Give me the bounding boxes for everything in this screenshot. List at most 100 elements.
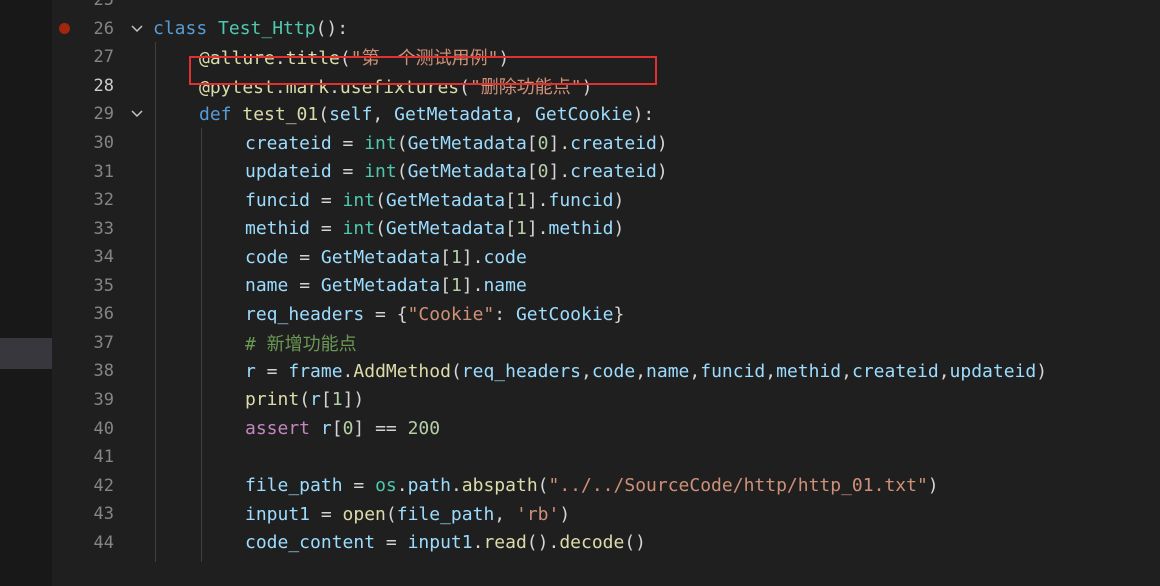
code-token: frame (288, 360, 343, 382)
code-token: "../../SourceCode/http/http_01.txt" (548, 475, 928, 497)
fold-chevron-icon[interactable] (128, 100, 146, 128)
code-token: r (310, 389, 321, 411)
code-token: file_path (396, 503, 495, 525)
code-token: 1 (331, 389, 343, 411)
code-token: code (483, 246, 527, 268)
code-token: [ (331, 418, 343, 440)
code-token: updateid (245, 161, 332, 183)
code-line[interactable]: 34 code = GetMetadata[1].code (0, 243, 1160, 272)
code-token: methid (245, 218, 311, 240)
code-token: ]. (526, 189, 549, 211)
code-line[interactable]: 32 funcid = int(GetMetadata[1].funcid) (0, 186, 1160, 215)
breakpoint-icon[interactable] (58, 22, 72, 36)
code-token: ) (656, 132, 668, 154)
code-token: input1 (245, 503, 311, 525)
code-token: 1 (515, 189, 527, 211)
line-number: 29 (93, 104, 114, 125)
code-line[interactable]: 36 req_headers = {"Cookie": GetCookie} (0, 300, 1160, 329)
code-token: createid (245, 132, 332, 154)
code-token: GetMetadata (320, 246, 441, 268)
line-number: 42 (93, 475, 114, 496)
code-token: = (331, 161, 365, 183)
code-token: = (310, 189, 343, 211)
code-line[interactable]: 29 def test_01(self, GetMetadata, GetCook… (0, 100, 1160, 129)
code-token: ]. (461, 275, 484, 297)
code-line[interactable]: 42 file_path = os.path.abspath("../../Sou… (0, 471, 1160, 500)
line-number: 27 (93, 47, 114, 68)
code-token: input1 (407, 532, 473, 554)
code-token: ]. (526, 218, 549, 240)
breakpoint-dot (59, 22, 70, 34)
code-token: r (320, 418, 332, 440)
code-line[interactable]: 39 print(r[1]) (0, 386, 1160, 415)
code-token: ): (632, 103, 655, 125)
code-token: [ (440, 275, 451, 297)
code-token: 1 (450, 246, 462, 268)
line-number: 25 (93, 0, 114, 11)
code-editor[interactable]: 25 26 class Test_Http(): 27 @allure.title("第… (0, 0, 1160, 586)
code-token: 0 (537, 132, 549, 154)
code-token: ) (613, 218, 625, 240)
code-text: file_path = os.path.abspath("../../Sourc… (245, 475, 939, 496)
code-line[interactable]: 40 assert r[0] == 200 (0, 414, 1160, 443)
code-token: 1 (450, 275, 462, 297)
code-line[interactable]: 38 r = frame.AddMethod(req_headers,code,n… (0, 357, 1160, 386)
code-line[interactable]: 30 createid = int(GetMetadata[0].createid… (0, 129, 1160, 158)
code-text: class Test_Http(): (153, 18, 348, 39)
code-line[interactable]: 31 updateid = int(GetMetadata[0].createid… (0, 157, 1160, 186)
code-token: , (938, 360, 950, 382)
code-line[interactable]: 25 (0, 0, 1160, 15)
code-token: , (494, 503, 516, 525)
code-text: methid = int(GetMetadata[1].methid) (245, 218, 624, 239)
fold-chevron-icon[interactable] (128, 15, 146, 43)
code-token: , (635, 360, 647, 382)
code-token: ) (656, 161, 668, 183)
code-token: ] == (353, 418, 408, 440)
code-token: GetMetadata (407, 132, 527, 154)
code-token: "Cookie" (407, 303, 495, 325)
code-token: ( (537, 475, 549, 497)
code-token: [ (526, 161, 538, 183)
code-token: ( (385, 503, 397, 525)
code-token: assert (245, 418, 311, 440)
code-token: = (310, 503, 343, 525)
code-token: ]. (548, 132, 571, 154)
code-token: ( (396, 132, 408, 154)
code-token: [ (526, 132, 538, 154)
code-text: code = GetMetadata[1].code (245, 247, 527, 268)
code-token: self (329, 103, 373, 125)
code-token: r (245, 360, 256, 382)
code-token: [ (505, 218, 516, 240)
code-token: [ (440, 246, 451, 268)
line-number: 40 (93, 418, 114, 439)
code-token: decode (559, 532, 625, 554)
code-token: code (245, 246, 289, 268)
code-token: } (613, 303, 625, 325)
line-number: 39 (93, 389, 114, 410)
code-token: . (450, 475, 462, 497)
code-token: int (342, 189, 376, 211)
code-token: methid (548, 218, 614, 240)
code-token: GetMetadata (385, 218, 506, 240)
code-token: int (364, 132, 397, 154)
code-token: class (153, 18, 208, 40)
code-token: funcid (548, 189, 614, 211)
code-line[interactable]: 44 code_content = input1.read().decode() (0, 528, 1160, 557)
line-number: 28 (93, 75, 114, 96)
code-token: , (581, 360, 592, 382)
code-line[interactable]: 43 input1 = open(file_path, 'rb') (0, 500, 1160, 529)
code-token: ) (559, 503, 571, 525)
line-number: 26 (93, 18, 114, 39)
code-token: , (372, 103, 395, 125)
code-token: 0 (342, 418, 354, 440)
code-token: name (646, 360, 690, 382)
code-token: ( (396, 161, 408, 183)
code-line[interactable]: 26 class Test_Http(): (0, 15, 1160, 44)
code-token: = (375, 532, 408, 554)
code-line[interactable]: 35 name = GetMetadata[1].name (0, 272, 1160, 301)
code-token: GetMetadata (385, 189, 506, 211)
code-line[interactable]: 37 # 新增功能点 (0, 329, 1160, 358)
code-line[interactable]: 41 (0, 443, 1160, 472)
code-line[interactable]: 33 methid = int(GetMetadata[1].methid) (0, 214, 1160, 243)
